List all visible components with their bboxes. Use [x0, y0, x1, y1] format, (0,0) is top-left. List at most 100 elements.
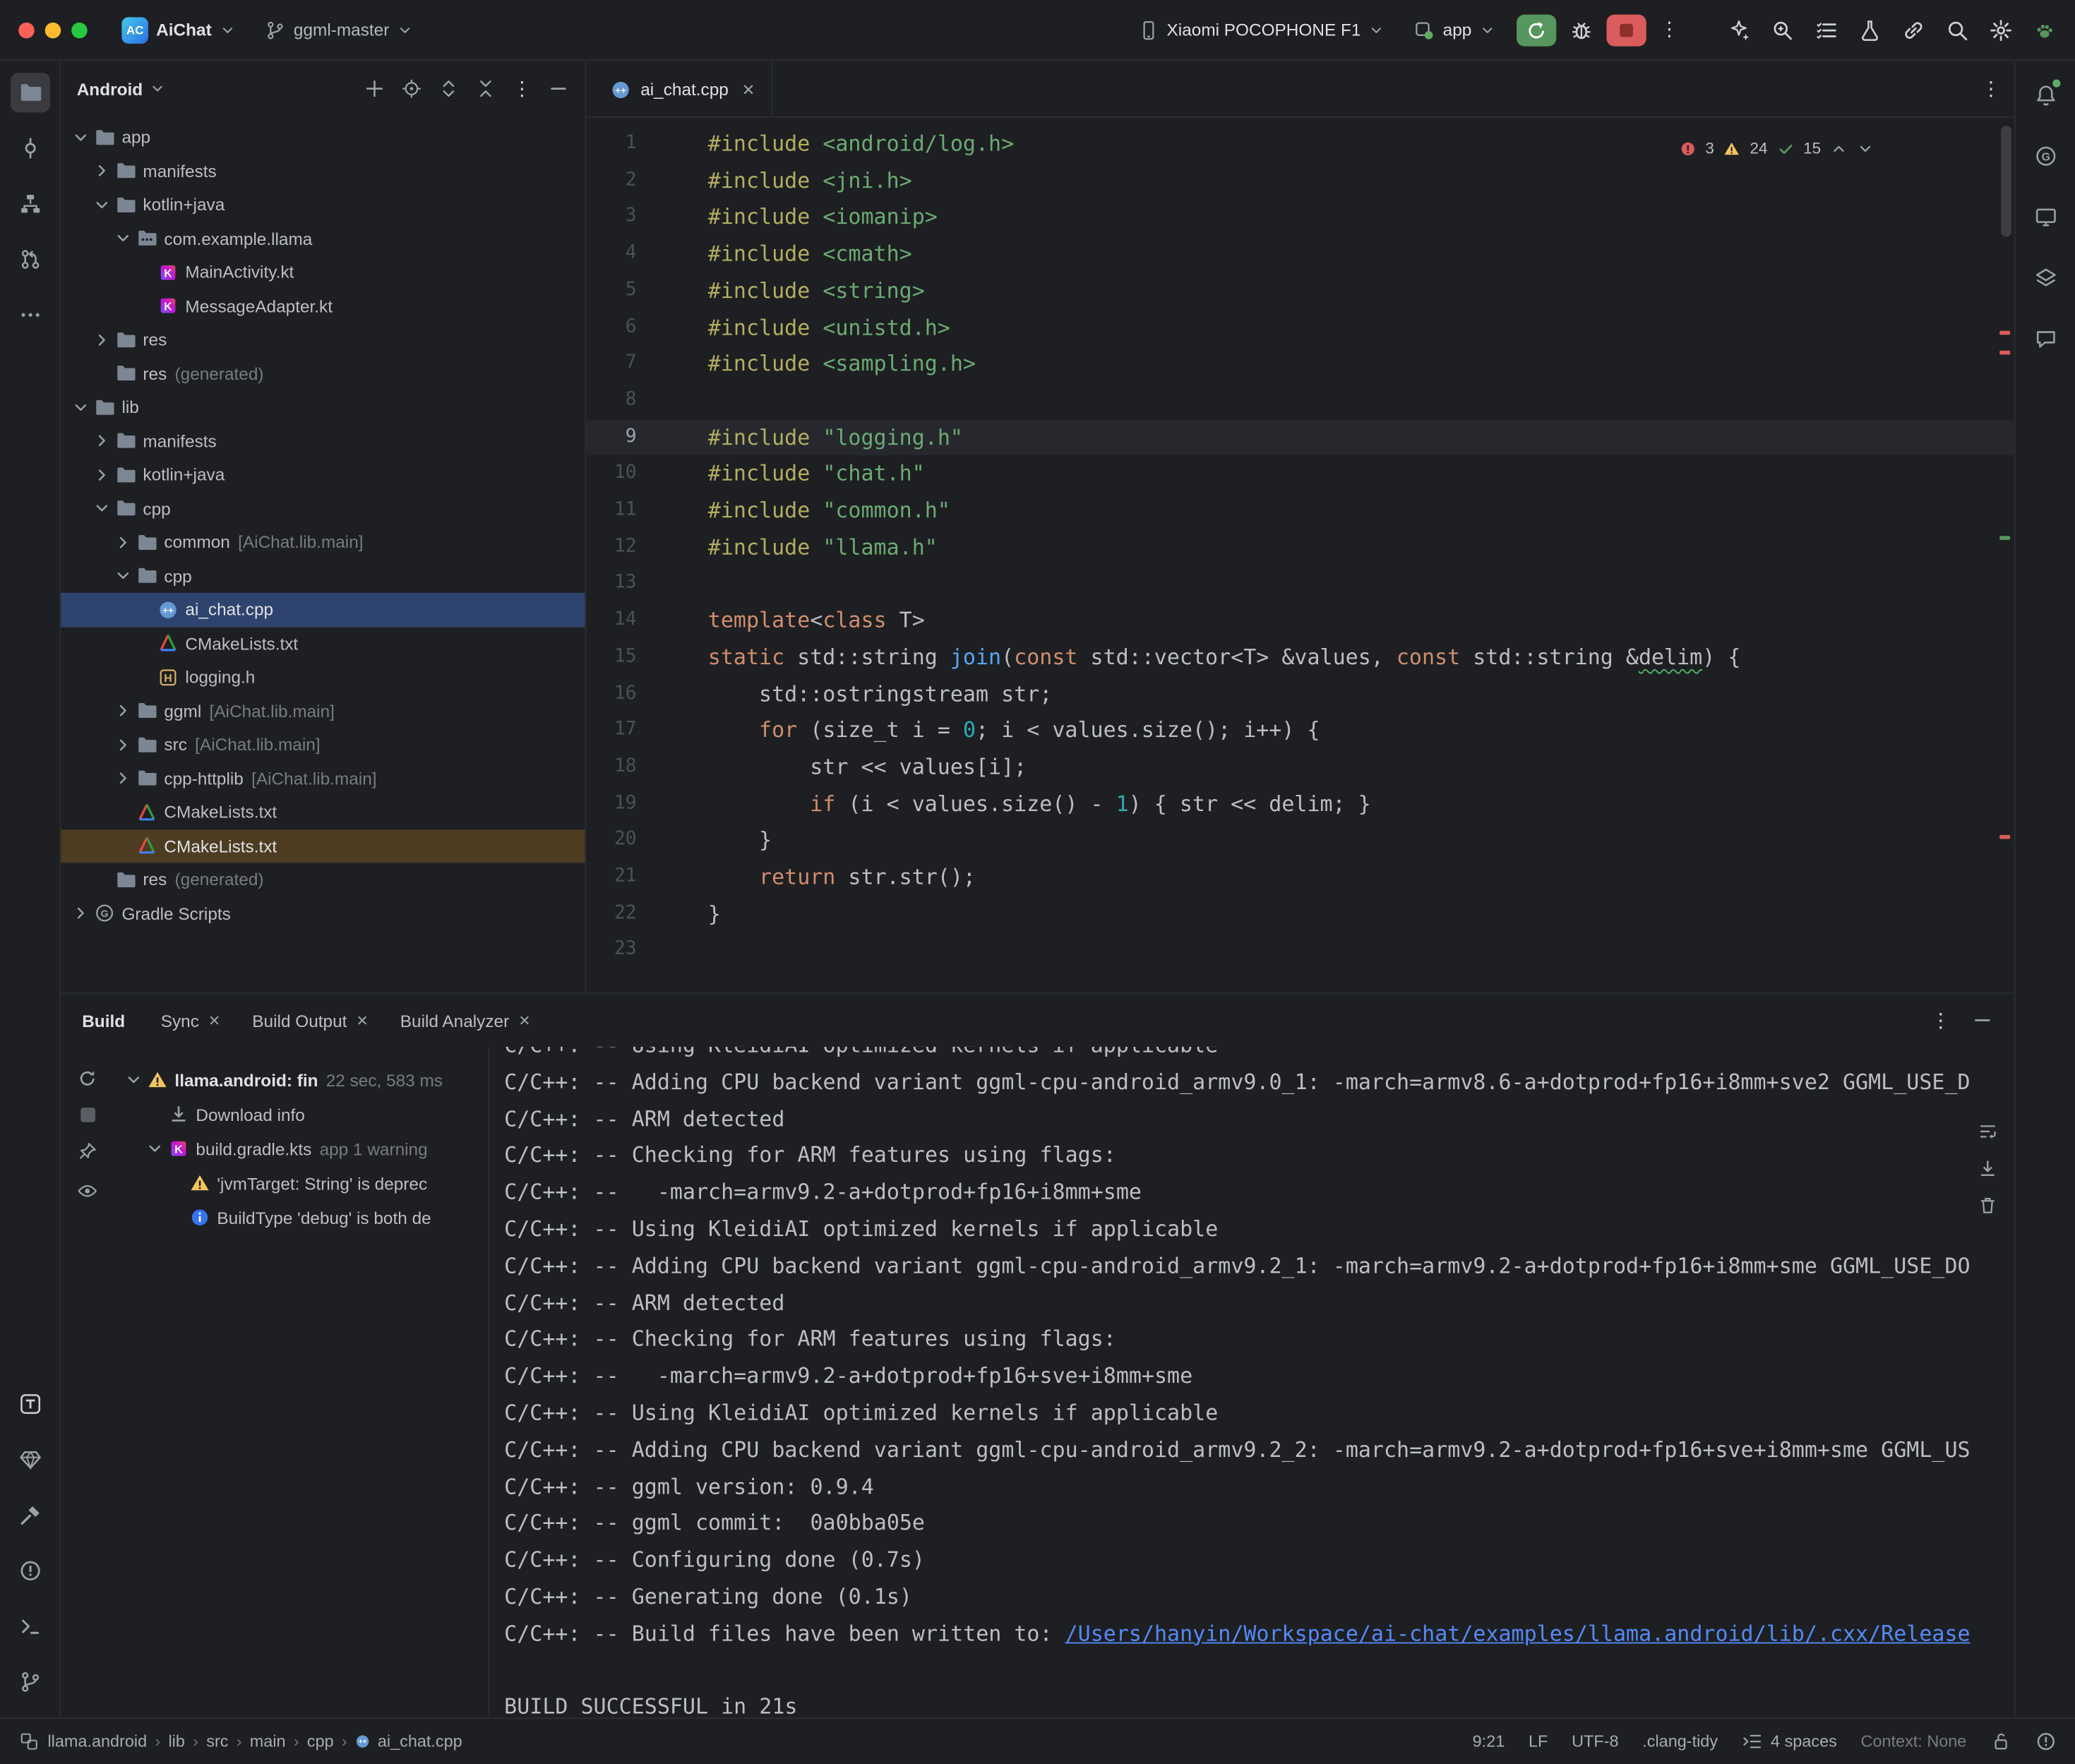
breadcrumb-item[interactable]: src	[206, 1732, 228, 1751]
stop-button[interactable]	[1607, 14, 1646, 46]
build-console[interactable]: C/C++: -- Using KleidiAI optimized kerne…	[490, 1047, 2014, 1717]
commit-tool-button[interactable]	[10, 128, 49, 168]
experiments-icon[interactable]	[1858, 18, 1882, 42]
build-output-link[interactable]: /Users/hanyin/Workspace/ai-chat/examples…	[1065, 1621, 1971, 1646]
code-line[interactable]: 17 for (size_t i = 0; i < values.size();…	[586, 712, 2014, 749]
build-tree-row[interactable]: llama.android: fin22 sec, 583 ms	[114, 1062, 488, 1097]
chevron-right-icon[interactable]	[92, 432, 111, 450]
debug-button[interactable]	[1569, 18, 1593, 42]
error-stripe-mark[interactable]	[1999, 331, 2010, 335]
project-view-mode[interactable]: Android	[77, 79, 143, 99]
code-line[interactable]: 3#include <iomanip>	[586, 199, 2014, 236]
vcs-branch-selector[interactable]: ggml-master	[256, 14, 421, 46]
code-line[interactable]: 19 if (i < values.size() - 1) { str << d…	[586, 786, 2014, 822]
code-area[interactable]: 1#include <android/log.h>2#include <jni.…	[586, 118, 2014, 991]
project-tree-row[interactable]: GGradle Scripts	[61, 896, 585, 930]
chevron-down-icon[interactable]	[145, 1139, 164, 1158]
build-options-button[interactable]: ⋮	[1931, 1010, 1951, 1030]
gradle-tool-button[interactable]: G	[2026, 136, 2065, 176]
chevron-down-icon[interactable]	[71, 128, 90, 146]
chevron-down-icon[interactable]	[114, 567, 132, 585]
error-stripe[interactable]	[1996, 118, 2014, 991]
project-tree-row[interactable]: KMainActivity.kt	[61, 256, 585, 289]
code-line[interactable]: 15static std::string join(const std::vec…	[586, 639, 2014, 676]
project-tree-row[interactable]: res(generated)	[61, 356, 585, 390]
chevron-right-icon[interactable]	[114, 702, 132, 720]
more-run-options-button[interactable]: ⋮	[1659, 20, 1679, 40]
chevron-down-icon[interactable]	[114, 229, 132, 248]
chevron-down-icon[interactable]	[149, 80, 165, 96]
chevron-down-icon[interactable]	[92, 196, 111, 214]
error-stripe-mark[interactable]	[1999, 351, 2010, 355]
code-line[interactable]: 14template<class T>	[586, 602, 2014, 639]
project-tree-row[interactable]: manifests	[61, 154, 585, 188]
clang-tidy[interactable]: .clang-tidy	[1642, 1732, 1718, 1751]
line-ending[interactable]: LF	[1529, 1732, 1548, 1751]
assistant-tool-button[interactable]	[2026, 319, 2065, 359]
breadcrumb-item[interactable]: main	[250, 1732, 286, 1751]
build-panel-title[interactable]: Build	[82, 1010, 125, 1030]
device-manager-tool-button[interactable]	[2026, 197, 2065, 236]
project-tree-row[interactable]: CMakeLists.txt	[61, 829, 585, 863]
code-line[interactable]: 23	[586, 932, 2014, 969]
chevron-right-icon[interactable]	[92, 465, 111, 484]
prev-issue-icon[interactable]	[1830, 140, 1847, 157]
build-tool-button[interactable]	[10, 1495, 49, 1535]
rerun-sync-icon[interactable]	[77, 1068, 98, 1089]
code-line[interactable]: 20 }	[586, 822, 2014, 859]
project-options-button[interactable]: ⋮	[512, 79, 532, 99]
build-tree-row[interactable]: Download info	[114, 1097, 488, 1132]
project-tree-row[interactable]: Hlogging.h	[61, 660, 585, 694]
chevron-right-icon[interactable]	[71, 904, 90, 923]
breadcrumb-item[interactable]: cpp	[307, 1732, 334, 1751]
project-tree-row[interactable]: app	[61, 121, 585, 155]
structure-tool-button[interactable]	[10, 184, 49, 224]
project-tree-row[interactable]: res	[61, 323, 585, 356]
close-tab-icon[interactable]: ✕	[357, 1012, 369, 1028]
inspections-widget[interactable]: 3 24 15	[1671, 128, 1882, 170]
project-selector[interactable]: AC AiChat	[114, 11, 243, 48]
resource-manager-tool-button[interactable]	[10, 1440, 49, 1480]
search-everywhere-icon[interactable]	[1945, 18, 1969, 42]
project-tool-button[interactable]	[10, 73, 49, 112]
project-tree-row[interactable]: cpp-httplib[AiChat.lib.main]	[61, 762, 585, 796]
close-tab-icon[interactable]: ✕	[742, 80, 755, 98]
terminal-tool-button[interactable]	[10, 1607, 49, 1646]
scroll-to-end-icon[interactable]	[1977, 1158, 1998, 1179]
build-tree-row[interactable]: BuildType 'debug' is both de	[114, 1200, 488, 1235]
soft-wrap-icon[interactable]	[1977, 1121, 1998, 1142]
expand-all-icon[interactable]	[438, 78, 459, 100]
show-details-icon[interactable]	[77, 1180, 98, 1201]
code-line[interactable]: 8	[586, 383, 2014, 419]
project-tree-row[interactable]: cpp	[61, 559, 585, 593]
close-window-button[interactable]	[18, 22, 34, 37]
lock-icon[interactable]	[1990, 1731, 2011, 1752]
settings-icon[interactable]	[1989, 18, 2013, 42]
project-tree-row[interactable]: lib	[61, 390, 585, 424]
clear-console-icon[interactable]	[1977, 1195, 1998, 1216]
code-line[interactable]: 11#include "common.h"	[586, 492, 2014, 529]
notifications-tool-button[interactable]	[2026, 76, 2065, 115]
run-button[interactable]	[1517, 14, 1556, 46]
window-icon[interactable]	[18, 1731, 40, 1752]
breadcrumb-item[interactable]: llama.android	[47, 1732, 147, 1751]
task-list-icon[interactable]	[1814, 18, 1838, 42]
next-issue-icon[interactable]	[1857, 140, 1874, 157]
code-line[interactable]: 7#include <sampling.h>	[586, 346, 2014, 383]
code-line[interactable]: 13	[586, 565, 2014, 602]
file-encoding[interactable]: UTF-8	[1572, 1732, 1618, 1751]
project-tree-row[interactable]: src[AiChat.lib.main]	[61, 728, 585, 762]
chevron-right-icon[interactable]	[114, 769, 132, 788]
locate-file-icon[interactable]	[401, 78, 422, 100]
breadcrumb-item[interactable]: lib	[168, 1732, 184, 1751]
running-devices-tool-button[interactable]	[10, 1384, 49, 1424]
device-selector[interactable]: Xiaomi POCOPHONE F1	[1130, 14, 1392, 46]
chevron-right-icon[interactable]	[114, 736, 132, 754]
code-line[interactable]: 16 std::ostringstream str;	[586, 676, 2014, 712]
code-line[interactable]: 4#include <cmath>	[586, 236, 2014, 272]
more-tools-button[interactable]	[10, 295, 49, 335]
project-tree-row[interactable]: cpp	[61, 491, 585, 525]
project-tree-row[interactable]: com.example.llama	[61, 222, 585, 256]
editor-tab[interactable]: ++ ai_chat.cpp ✕	[594, 62, 772, 116]
code-line[interactable]: 10#include "chat.h"	[586, 456, 2014, 493]
